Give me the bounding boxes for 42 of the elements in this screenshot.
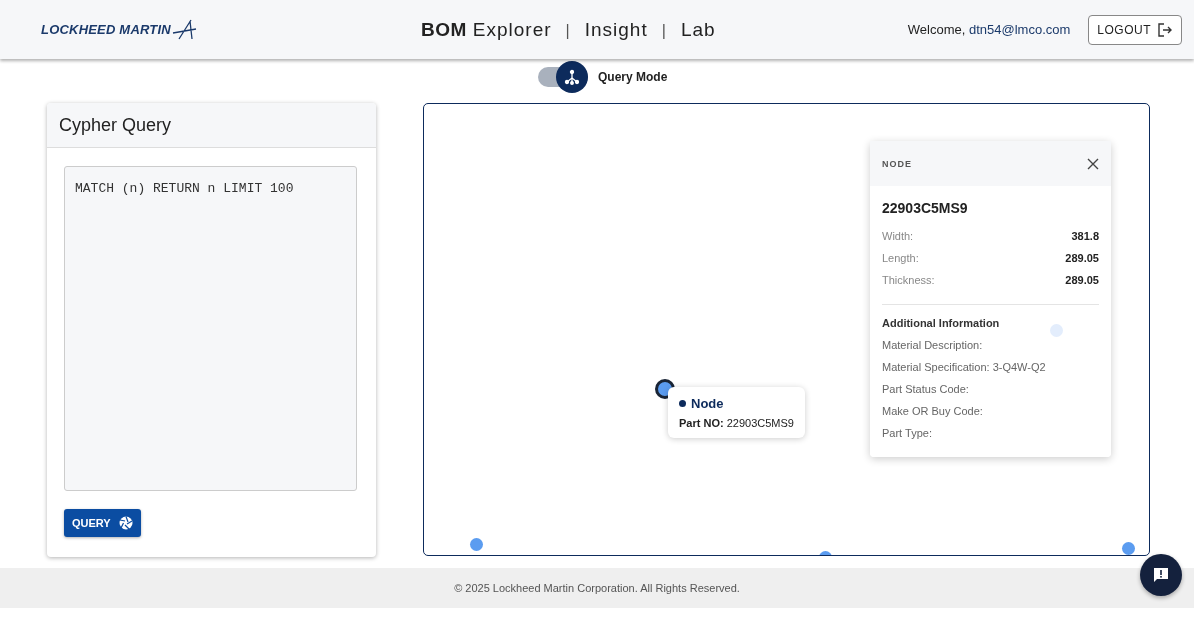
copyright-text: © 2025 Lockheed Martin Corporation. All Rights Reserved. [454,582,740,594]
close-button[interactable] [1087,157,1099,170]
aperture-icon [118,516,133,530]
logout-button[interactable]: LOGOUT [1088,14,1182,45]
property-field: Material Specification: 3-Q4W-Q2 [882,361,1099,383]
title-separator: | [661,21,667,40]
welcome-text: Welcome, dtn54@lmco.com [907,22,1071,37]
brand-logo-text: LOCKHEED MARTIN [41,22,171,37]
panel-header: NODE [882,158,912,169]
app-title-word: Explorer [472,18,552,41]
property-label: Length: [882,252,919,266]
query-mode-label: Query Mode [598,70,668,84]
property-field: Part Status Code: [882,383,1099,405]
query-mode-switch[interactable] [538,61,588,93]
property-field: Material Description: [882,339,1099,361]
app-title-word: Lab [680,18,716,41]
property-label: Width: [882,230,914,244]
card-title: Cypher Query [59,114,172,136]
tooltip-title: Node [691,396,724,411]
graph-node[interactable] [470,538,483,551]
star-logo-icon [170,18,197,41]
feedback-icon [1153,567,1169,583]
property-value: 289.05 [1065,274,1099,288]
query-input-field[interactable]: MATCH (n) RETURN n LIMIT 100 [64,166,357,491]
graph-icon [564,69,580,85]
property-value: 289.05 [1065,252,1099,266]
section-title: Additional Information [882,317,1001,329]
query-button[interactable]: QUERY [64,509,141,537]
node-dot-icon [679,400,686,407]
title-separator: | [565,21,571,40]
property-value: 381.8 [1071,230,1099,244]
app-title-word: BOM [421,18,467,41]
close-icon [1087,157,1099,170]
node-name: 22903C5MS9 [882,200,969,216]
graph-node[interactable] [1122,542,1135,555]
property-label: Thickness: [882,274,935,288]
property-field: Part Type: [882,427,1099,449]
app-title-word: Insight [584,18,648,41]
feedback-button[interactable] [1140,554,1182,596]
property-field: Make OR Buy Code: [882,405,1099,427]
tooltip-text: Part NO: 22903C5MS9 [679,417,794,429]
logout-icon [1157,21,1173,38]
